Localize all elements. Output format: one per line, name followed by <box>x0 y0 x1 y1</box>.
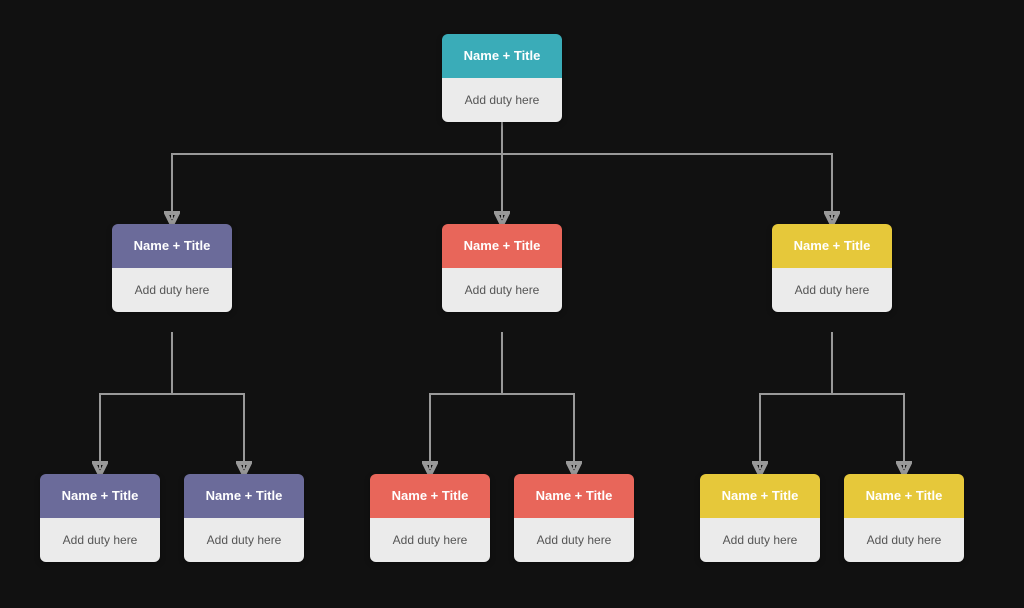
node-child-lr-duty: Add duty here <box>207 533 282 547</box>
node-mid-left-label: Name + Title <box>134 238 211 255</box>
node-mid-left-duty: Add duty here <box>135 283 210 297</box>
node-child-cl-label: Name + Title <box>392 488 469 505</box>
node-mid-center-body: Add duty here <box>442 268 562 312</box>
node-child-cl-body: Add duty here <box>370 518 490 562</box>
node-child-cl-header: Name + Title <box>370 474 490 518</box>
node-child-cr-duty: Add duty here <box>537 533 612 547</box>
node-child-ll-body: Add duty here <box>40 518 160 562</box>
node-mid-center[interactable]: Name + Title Add duty here <box>442 224 562 312</box>
node-child-rl-header: Name + Title <box>700 474 820 518</box>
node-mid-right[interactable]: Name + Title Add duty here <box>772 224 892 312</box>
node-mid-right-body: Add duty here <box>772 268 892 312</box>
node-child-ll-duty: Add duty here <box>63 533 138 547</box>
node-mid-left-body: Add duty here <box>112 268 232 312</box>
node-mid-right-label: Name + Title <box>794 238 871 255</box>
node-mid-right-header: Name + Title <box>772 224 892 268</box>
node-child-rr-header: Name + Title <box>844 474 964 518</box>
node-root-duty: Add duty here <box>465 93 540 107</box>
node-root-header: Name + Title <box>442 34 562 78</box>
node-child-cr-body: Add duty here <box>514 518 634 562</box>
node-child-cr-header: Name + Title <box>514 474 634 518</box>
node-child-rr-body: Add duty here <box>844 518 964 562</box>
node-child-rr-duty: Add duty here <box>867 533 942 547</box>
node-root-label: Name + Title <box>464 48 541 65</box>
node-child-rl-duty: Add duty here <box>723 533 798 547</box>
node-root-body: Add duty here <box>442 78 562 122</box>
node-mid-right-duty: Add duty here <box>795 283 870 297</box>
node-child-rl[interactable]: Name + Title Add duty here <box>700 474 820 562</box>
node-child-rl-label: Name + Title <box>722 488 799 505</box>
node-mid-left-header: Name + Title <box>112 224 232 268</box>
node-child-lr-body: Add duty here <box>184 518 304 562</box>
node-root[interactable]: Name + Title Add duty here <box>442 34 562 122</box>
node-child-rr-label: Name + Title <box>866 488 943 505</box>
node-child-ll-label: Name + Title <box>62 488 139 505</box>
node-child-ll-header: Name + Title <box>40 474 160 518</box>
node-mid-center-header: Name + Title <box>442 224 562 268</box>
node-child-cr[interactable]: Name + Title Add duty here <box>514 474 634 562</box>
node-child-cl-duty: Add duty here <box>393 533 468 547</box>
node-child-rl-body: Add duty here <box>700 518 820 562</box>
node-child-rr[interactable]: Name + Title Add duty here <box>844 474 964 562</box>
node-child-cl[interactable]: Name + Title Add duty here <box>370 474 490 562</box>
node-mid-center-label: Name + Title <box>464 238 541 255</box>
node-child-lr[interactable]: Name + Title Add duty here <box>184 474 304 562</box>
node-mid-left[interactable]: Name + Title Add duty here <box>112 224 232 312</box>
node-mid-center-duty: Add duty here <box>465 283 540 297</box>
node-child-lr-label: Name + Title <box>206 488 283 505</box>
node-child-lr-header: Name + Title <box>184 474 304 518</box>
node-child-ll[interactable]: Name + Title Add duty here <box>40 474 160 562</box>
org-chart: Name + Title Add duty here Name + Title … <box>22 14 1002 594</box>
node-child-cr-label: Name + Title <box>536 488 613 505</box>
